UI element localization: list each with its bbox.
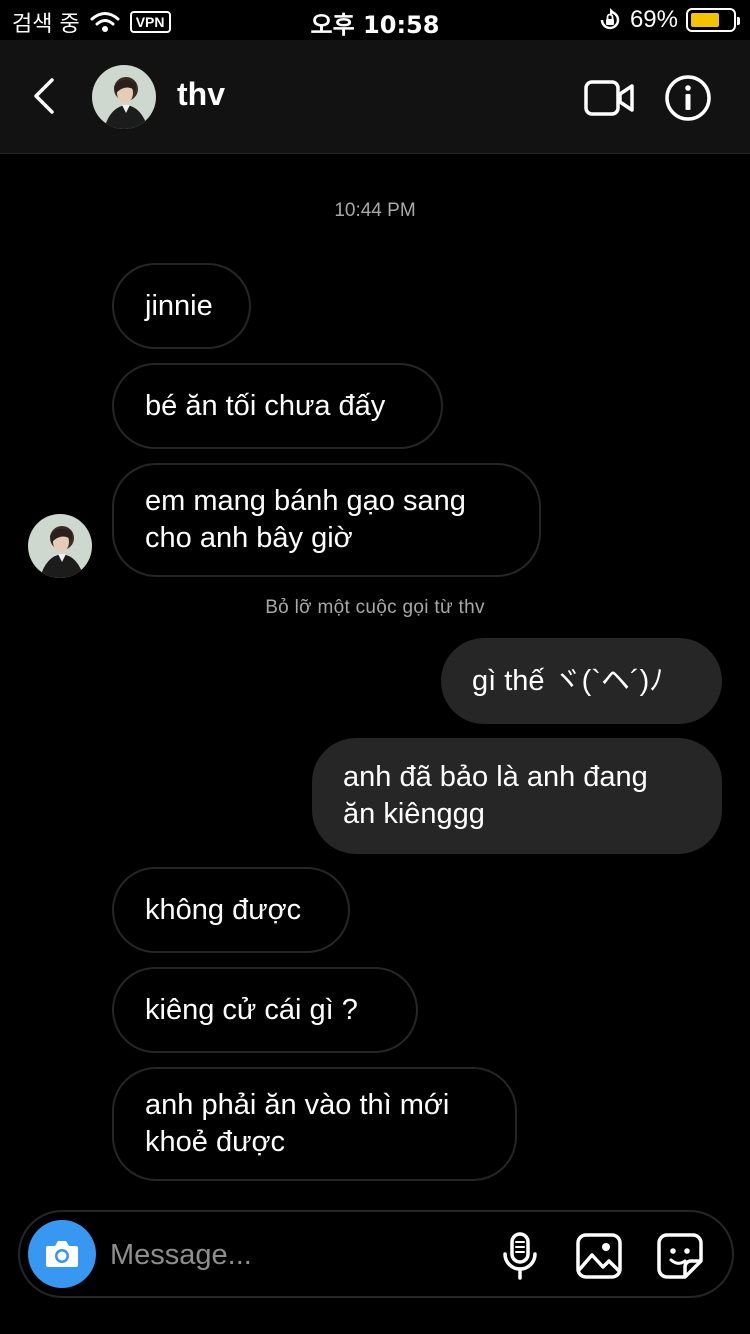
message-text: em mang bánh gạo sang cho anh bây giờ — [145, 485, 466, 554]
message-text: jinnie — [145, 289, 213, 322]
back-button[interactable] — [28, 76, 60, 116]
message-bubble-received[interactable]: kiêng cử cái gì ? — [112, 967, 418, 1053]
gallery-icon[interactable] — [575, 1232, 623, 1280]
sticker-icon[interactable] — [656, 1232, 704, 1280]
message-bubble-received[interactable]: em mang bánh gạo sang cho anh bây giờ — [112, 463, 541, 577]
battery-fill — [691, 13, 719, 27]
message-text: bé ăn tối chưa đấy — [145, 389, 386, 422]
message-composer — [18, 1210, 734, 1298]
message-bubble-sent[interactable]: gì thế ヾ(`ヘ´)ﾉ — [441, 638, 722, 724]
status-bar: 검색 중 VPN 오후 10:58 69% — [0, 0, 750, 40]
status-right: 69% — [598, 6, 740, 34]
message-input[interactable] — [110, 1232, 480, 1278]
rotation-lock-icon — [600, 8, 620, 30]
message-text: gì thế ヾ(`ヘ´)ﾉ — [472, 664, 664, 697]
video-call-icon[interactable] — [583, 78, 635, 118]
message-text: anh đã bảo là anh đang ăn kiênggg — [343, 761, 648, 830]
contact-name[interactable]: thv — [177, 76, 225, 113]
microphone-icon[interactable] — [500, 1232, 540, 1280]
chat-header: thv — [0, 40, 750, 154]
battery-icon — [686, 8, 740, 32]
missed-call-notice: Bỏ lỡ một cuộc gọi từ thv — [265, 597, 485, 618]
message-bubble-received[interactable]: bé ăn tối chưa đấy — [112, 363, 443, 449]
header-avatar[interactable] — [92, 65, 156, 129]
message-bubble-sent[interactable]: anh đã bảo là anh đang ăn kiênggg — [312, 738, 722, 854]
message-bubble-received[interactable]: không được — [112, 867, 350, 953]
camera-icon — [46, 1241, 78, 1267]
message-text: không được — [145, 893, 302, 926]
info-icon[interactable] — [664, 74, 712, 122]
avatar-image — [28, 514, 92, 578]
message-bubble-received[interactable]: jinnie — [112, 263, 251, 349]
message-text: anh phải ăn vào thì mới khoẻ được — [145, 1089, 450, 1158]
message-text: kiêng cử cái gì ? — [145, 993, 358, 1026]
chat-timestamp: 10:44 PM — [334, 200, 416, 221]
camera-button[interactable] — [28, 1220, 96, 1288]
avatar-image — [92, 65, 156, 129]
message-bubble-received[interactable]: anh phải ăn vào thì mới khoẻ được — [112, 1067, 517, 1181]
sender-avatar[interactable] — [28, 514, 92, 578]
battery-percent: 69% — [629, 6, 678, 33]
